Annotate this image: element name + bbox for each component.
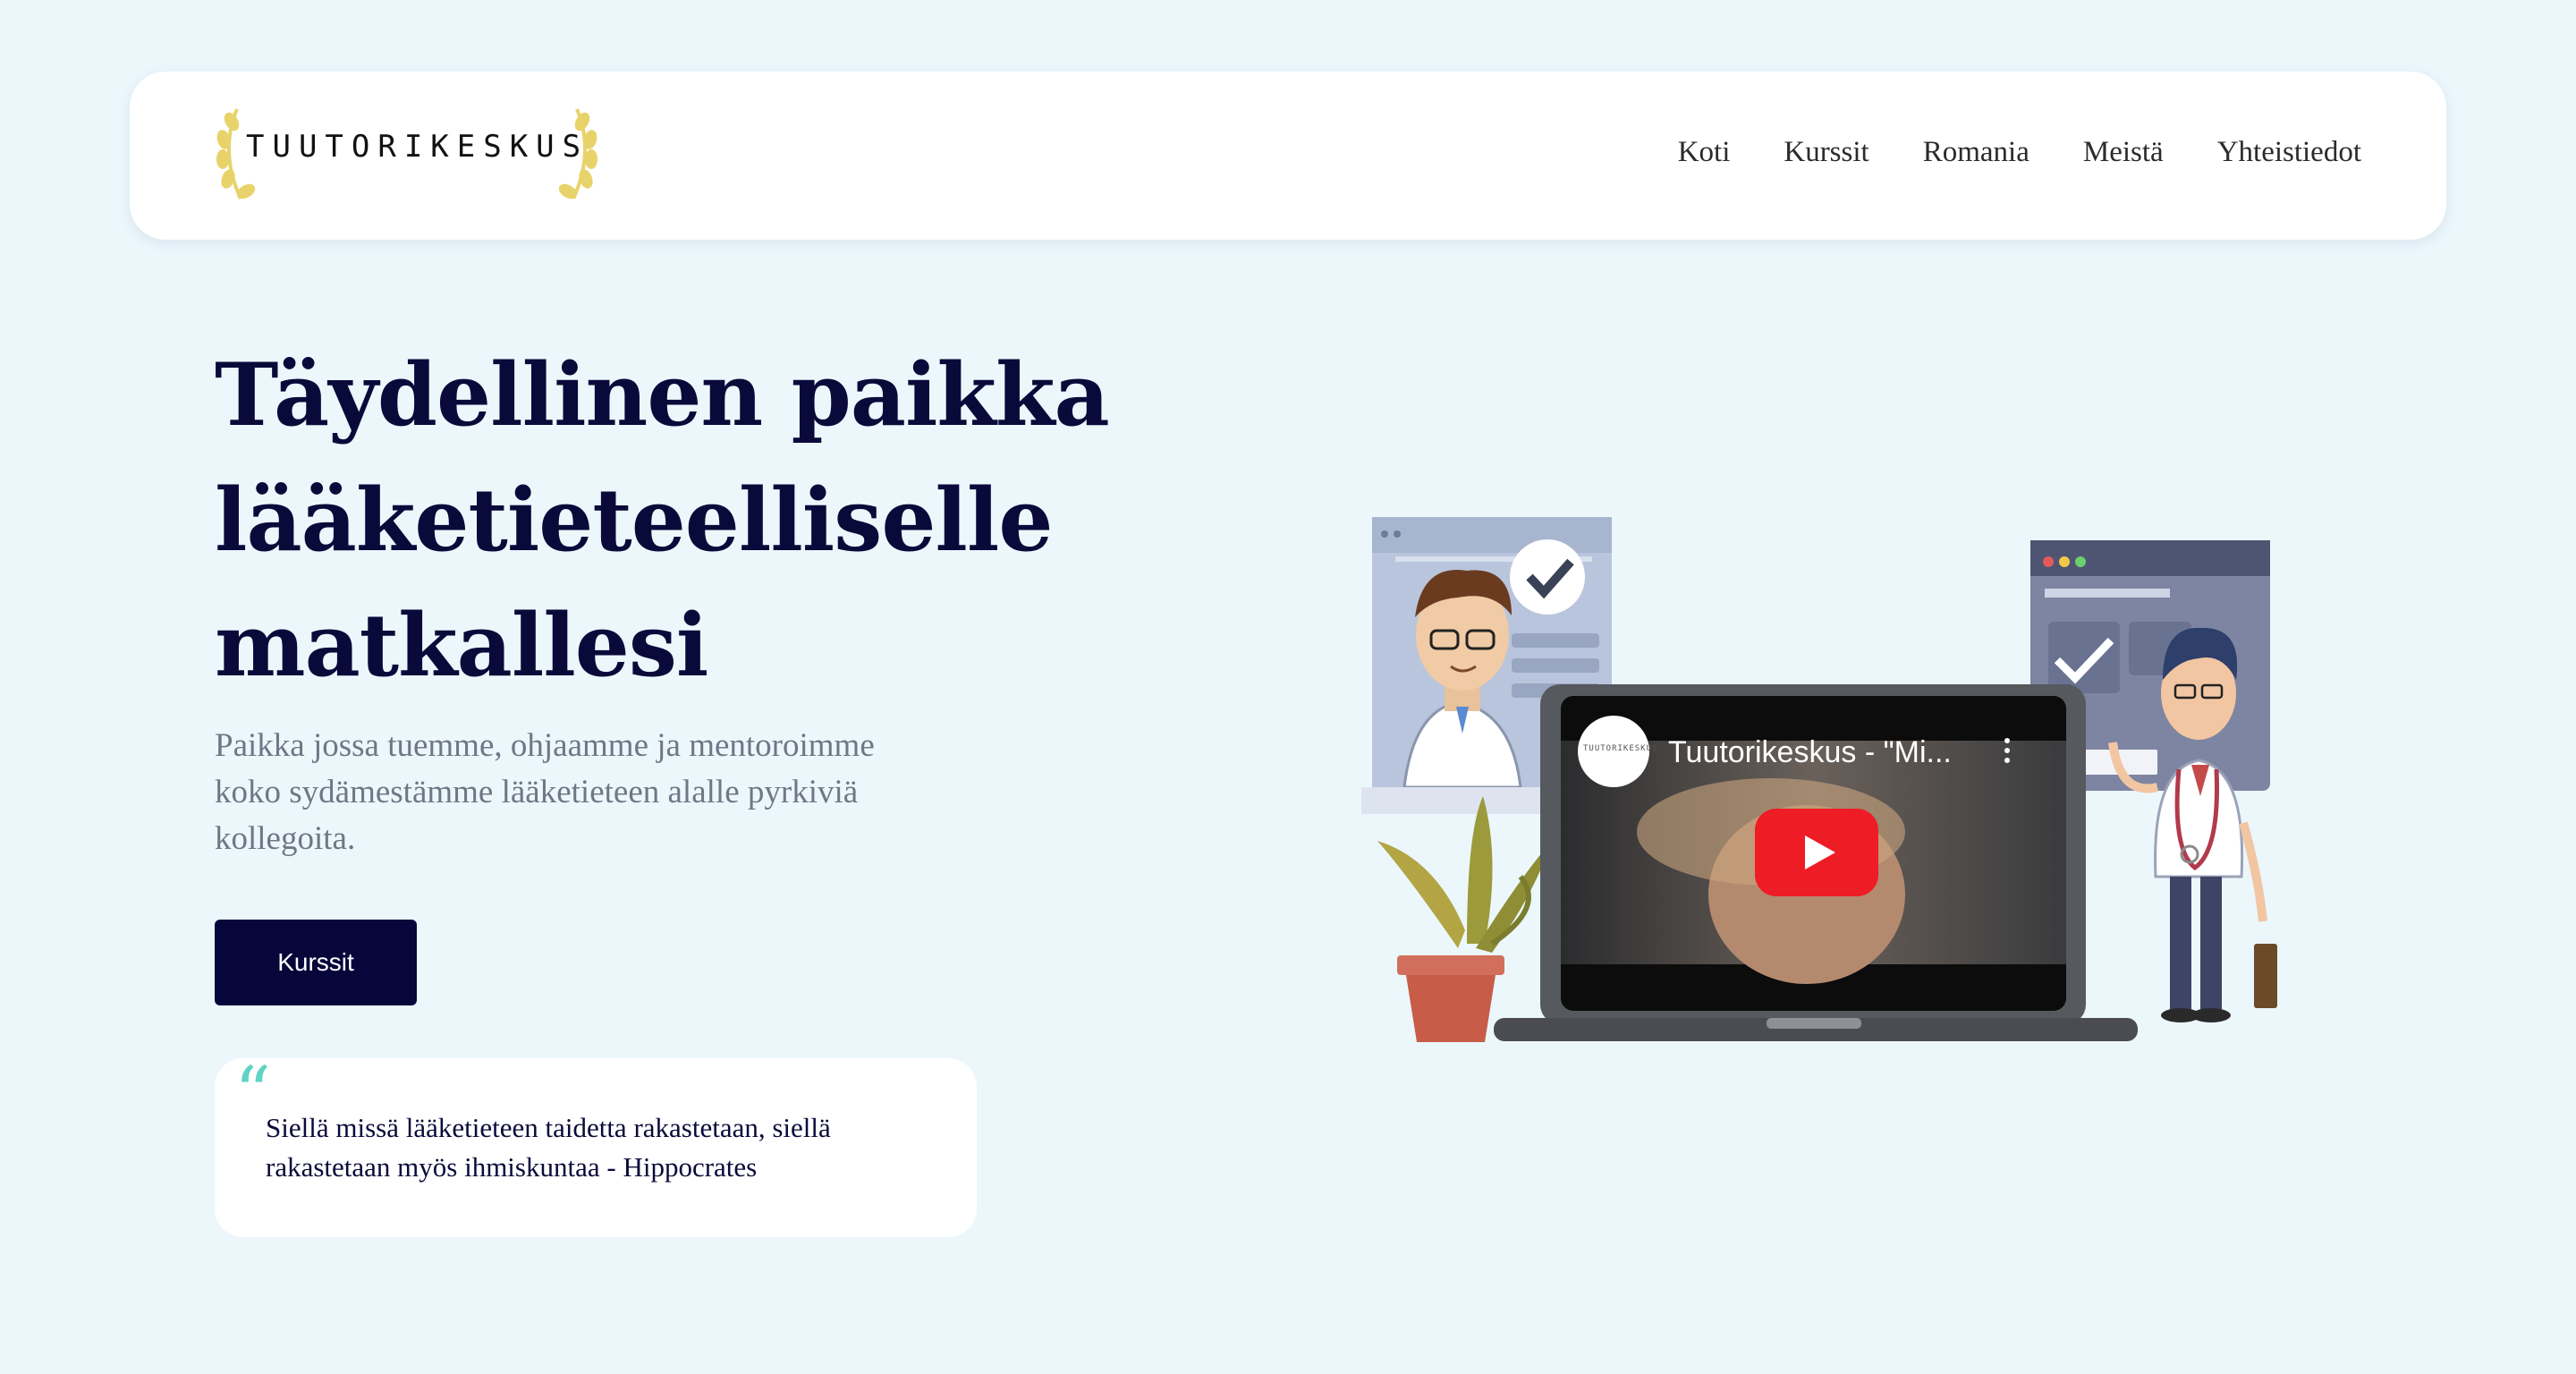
quote-text: Siellä missä lääketieteen taidetta rakas… [266,1112,831,1183]
kebab-menu-icon[interactable] [2000,735,2014,771]
logo-text: TUUTORIKESKUS [246,129,589,165]
video-title[interactable]: Tuutorikeskus - "Mi... [1668,735,1990,770]
nav-kurssit[interactable]: Kurssit [1784,136,1868,169]
main-nav: Koti Kurssit Romania Meistä Yhteistiedot [1678,136,2361,169]
nav-koti[interactable]: Koti [1678,136,1731,169]
hero-subtitle: Paikka jossa tuemme, ohjaamme ja mentoro… [215,727,875,857]
channel-logo-text: TUUTORIKESKUS [1583,744,1658,753]
channel-avatar[interactable]: TUUTORIKESKUS [1578,716,1657,787]
quote-card: “ Siellä missä lääketieteen taidetta rak… [215,1053,977,1237]
site-header: TUUTORIKESKUS Koti Kurssit Romania Meist… [130,72,2446,240]
nav-meista[interactable]: Meistä [2083,136,2164,169]
hero-illustration [1361,517,2277,1042]
nav-yhteistiedot[interactable]: Yhteistiedot [2217,136,2361,169]
play-icon[interactable] [1755,809,1878,896]
nav-romania[interactable]: Romania [1923,136,2029,169]
hero-title: Täydellinen paikka lääketieteelliselle m… [215,344,1110,696]
courses-button[interactable]: Kurssit [215,920,417,1005]
site-logo[interactable]: TUUTORIKESKUS [210,102,604,202]
